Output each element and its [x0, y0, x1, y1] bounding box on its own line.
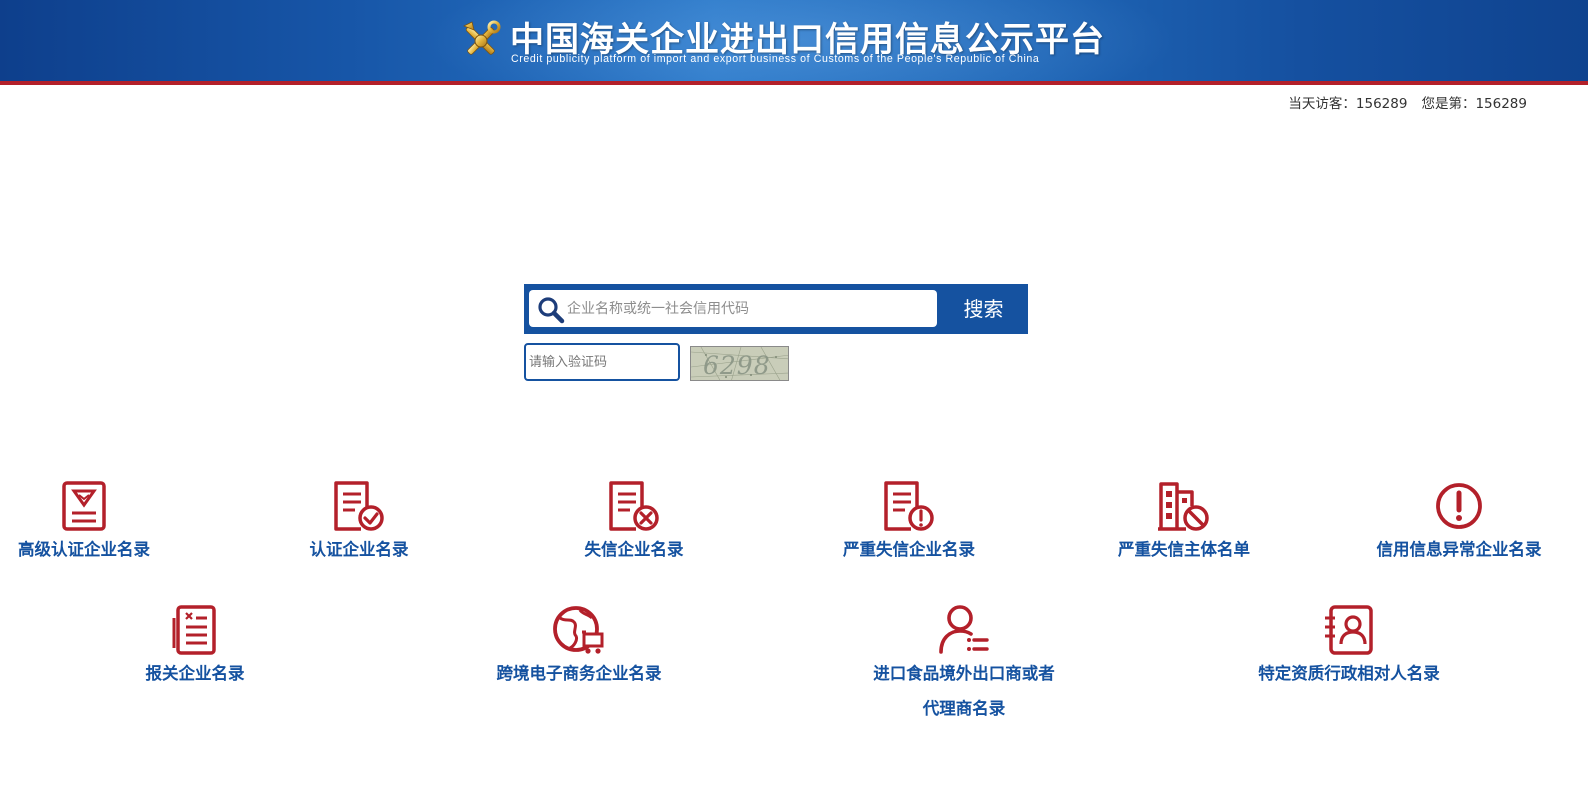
category-label: 失信企业名录	[584, 540, 684, 559]
search-input[interactable]	[567, 294, 931, 324]
person-list-icon	[939, 605, 989, 654]
category-label-line2: 代理商名录	[922, 699, 1006, 718]
visitor-today-label: 当天访客：	[1288, 96, 1356, 112]
site-subtitle: Credit publicity platform of import and …	[511, 53, 1040, 65]
category-certified[interactable]: 认证企业名录	[276, 480, 442, 560]
visitor-counter: 当天访客：156289 您是第：156289	[1288, 92, 1527, 112]
category-label: 严重失信企业名录	[843, 540, 975, 559]
customs-declaration-document-icon	[172, 605, 216, 655]
visitor-today-count: 156289	[1355, 96, 1408, 112]
category-label: 高级认证企业名录	[18, 540, 150, 559]
captcha-text: 6298	[703, 351, 771, 380]
header-banner: 中国海关企业进出口信用信息公示平台 Credit publicity platf…	[0, 0, 1588, 85]
dishonest-document-x-icon	[609, 481, 659, 531]
search-icon	[538, 297, 565, 324]
advanced-certified-document-icon	[62, 481, 106, 531]
category-label: 信用信息异常企业名录	[1376, 540, 1542, 559]
category-cross-border-ecommerce[interactable]: 跨境电子商务企业名录	[486, 604, 672, 684]
certified-document-check-icon	[334, 481, 384, 531]
category-serious-dishonest-subject[interactable]: 严重失信主体名单	[1101, 480, 1267, 560]
captcha-image[interactable]: 6298	[690, 346, 789, 381]
captcha-noise: 6298	[691, 347, 788, 380]
captcha-input[interactable]	[524, 343, 680, 381]
visitor-rank-count: 156289	[1475, 96, 1527, 112]
category-dishonest[interactable]: 失信企业名录	[551, 480, 717, 560]
category-serious-dishonest[interactable]: 严重失信企业名录	[826, 480, 992, 560]
category-label: 进口食品境外出口商或者	[873, 664, 1055, 683]
search-button[interactable]: 搜索	[939, 284, 1028, 334]
category-advanced-certified[interactable]: 高级认证企业名录	[0, 480, 168, 560]
customs-emblem-icon	[463, 20, 501, 55]
category-label: 认证企业名录	[309, 540, 409, 559]
exclamation-circle-icon	[1436, 483, 1482, 529]
category-customs-declaration[interactable]: 报关企业名录	[112, 604, 278, 684]
category-specific-qualification[interactable]: 特定资质行政相对人名录	[1249, 604, 1449, 684]
search-field-wrapper	[529, 290, 937, 327]
globe-cart-icon	[553, 606, 604, 654]
category-label: 特定资质行政相对人名录	[1258, 664, 1440, 683]
category-label: 跨境电子商务企业名录	[496, 664, 662, 683]
serious-dishonest-document-alert-icon	[884, 481, 934, 531]
category-label: 严重失信主体名单	[1118, 540, 1250, 559]
search-bar: 搜索	[524, 284, 1028, 334]
visitor-rank-label: 您是第：	[1421, 96, 1476, 112]
building-prohibited-icon	[1158, 482, 1209, 531]
category-credit-anomaly[interactable]: 信用信息异常企业名录	[1366, 480, 1552, 560]
person-card-icon	[1325, 605, 1373, 655]
category-imported-food-exporter[interactable]: 进口食品境外出口商或者 代理商名录	[858, 604, 1070, 719]
category-label: 报关企业名录	[145, 664, 245, 683]
